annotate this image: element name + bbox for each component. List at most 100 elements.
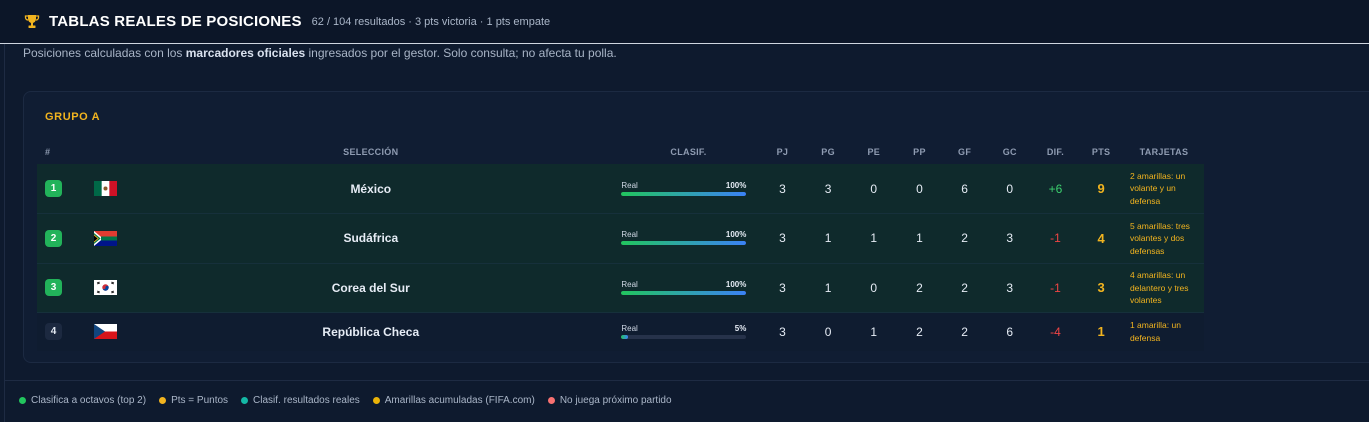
pts-value: 9 [1097, 181, 1105, 196]
page-title: TABLAS REALES DE POSICIONES [49, 13, 302, 30]
clasif-progress-bar [621, 334, 747, 339]
clasif-percent: 100% [725, 230, 747, 240]
gc-value: 6 [1006, 324, 1014, 339]
gf-value: 6 [961, 181, 968, 196]
clasif-label: Real [621, 323, 638, 333]
table-row: 4 República Checa Real 5% 3 0 1 2 2 6 -4… [37, 312, 1204, 351]
col-clasif-header: CLASIF. [670, 147, 707, 157]
clasif-label: Real [621, 230, 638, 240]
korea-flag-icon [94, 280, 118, 296]
group-title: GRUPO A [45, 111, 101, 123]
col-team-header: SELECCIÓN [343, 147, 399, 157]
clasif-progress-bar [621, 290, 747, 295]
dif-value: +6 [1048, 181, 1063, 196]
pp-value: 2 [916, 280, 923, 295]
pg-value: 1 [824, 231, 832, 246]
standings-table: # SELECCIÓN CLASIF. PJ PG PE PP GF GC DI… [37, 140, 1204, 351]
col-pg-header: PG [821, 147, 835, 157]
col-dif-header: DIF. [1046, 147, 1065, 157]
col-pe-header: PE [867, 147, 881, 157]
pts-value: 4 [1097, 230, 1105, 246]
legend-divider [4, 380, 1369, 381]
cards-value: 2 amarillas: un volante y un defensa [1129, 170, 1186, 206]
gf-value: 2 [961, 231, 968, 246]
team-name: Corea del Sur [331, 280, 410, 295]
clasif-percent: 100% [725, 180, 747, 190]
legend-dot-icon [547, 397, 555, 404]
position-badge: 3 [45, 279, 62, 297]
clasif-progress-bar [621, 191, 747, 196]
clasif-cell: Real 100% [617, 214, 759, 264]
clasif-cell: Real 5% [617, 313, 759, 351]
gc-value: 0 [1006, 181, 1014, 196]
mexico-flag-icon [94, 181, 118, 197]
team-name: México [350, 181, 392, 196]
team-name: República Checa [322, 324, 420, 339]
col-pos-header: # [45, 147, 51, 157]
dif-value: -4 [1050, 324, 1061, 339]
czech-flag-icon [94, 324, 118, 340]
position-badge: 1 [45, 180, 62, 197]
table-row: 2 Sudáfrica Real 100% 3 1 1 1 2 3 -1 4 5… [37, 213, 1204, 264]
position-badge: 2 [45, 229, 62, 247]
dif-value: -1 [1050, 231, 1061, 246]
col-gc-header: GC [1002, 147, 1017, 157]
dif-value: -1 [1050, 280, 1061, 295]
pe-value: 0 [870, 181, 878, 196]
pj-value: 3 [779, 181, 786, 196]
clasif-label: Real [621, 279, 638, 289]
pe-value: 0 [870, 280, 878, 295]
pj-value: 3 [779, 231, 786, 246]
col-pts-header: PTS [1091, 147, 1111, 157]
gc-value: 3 [1006, 280, 1014, 295]
clasif-label: Real [621, 180, 638, 190]
col-pj-header: PJ [776, 147, 789, 157]
legend-item: Clasif. resultados reales [241, 395, 360, 406]
legend-dot-icon [372, 397, 380, 404]
pp-value: 0 [916, 181, 923, 196]
south-africa-flag-icon [94, 230, 118, 246]
legend-item: Amarillas acumuladas (FIFA.com) [372, 395, 535, 406]
clasif-progress-bar [621, 241, 747, 246]
pp-value: 2 [916, 324, 923, 339]
pj-value: 3 [779, 280, 786, 295]
position-badge: 4 [45, 323, 62, 341]
table-row: 3 Corea del Sur Real 100% 3 1 0 2 2 3 -1… [37, 263, 1204, 313]
pg-value: 3 [824, 181, 832, 196]
pe-value: 1 [870, 231, 878, 246]
trophy-icon [24, 14, 40, 30]
legend-dot-icon [19, 397, 26, 404]
cards-value: 5 amarillas: tres volantes y dos defensa… [1129, 220, 1190, 256]
legend-item: Pts = Puntos [159, 395, 228, 406]
pj-value: 3 [779, 324, 786, 339]
page-description: Posiciones calculadas con los marcadores… [23, 46, 617, 60]
pp-value: 1 [916, 231, 923, 246]
table-header-row: # SELECCIÓN CLASIF. PJ PG PE PP GF GC DI… [37, 140, 1204, 164]
gf-value: 2 [961, 280, 968, 295]
left-divider [4, 44, 5, 422]
legend-item: Clasifica a octavos (top 2) [19, 395, 146, 406]
cards-value: 4 amarillas: un delantero y tres volante… [1129, 270, 1189, 305]
description-highlight: marcadores oficiales [185, 46, 306, 60]
col-cards-header: TARJETAS [1139, 147, 1189, 157]
legend-item: No juega próximo partido [547, 395, 672, 406]
pg-value: 1 [824, 280, 832, 295]
pts-value: 1 [1097, 324, 1105, 340]
table-row: 1 México Real 100% 3 3 0 0 6 0 +6 9 2 am… [37, 164, 1204, 214]
pts-value: 3 [1097, 280, 1105, 296]
col-pp-header: PP [913, 147, 926, 157]
legend: Clasifica a octavos (top 2) Pts = Puntos… [19, 395, 685, 406]
clasif-cell: Real 100% [617, 263, 759, 313]
page-header: TABLAS REALES DE POSICIONES 62 / 104 res… [0, 0, 1369, 44]
clasif-percent: 100% [725, 279, 747, 289]
pg-value: 0 [824, 324, 832, 339]
legend-dot-icon [159, 397, 167, 404]
cards-value: 1 amarilla: un defensa [1129, 320, 1181, 343]
team-name: Sudáfrica [343, 231, 399, 246]
col-gf-header: GF [958, 147, 972, 157]
col-flag-header [87, 140, 124, 164]
legend-dot-icon [241, 397, 249, 404]
pe-value: 1 [870, 324, 878, 339]
gf-value: 2 [961, 324, 968, 339]
gc-value: 3 [1006, 231, 1014, 246]
